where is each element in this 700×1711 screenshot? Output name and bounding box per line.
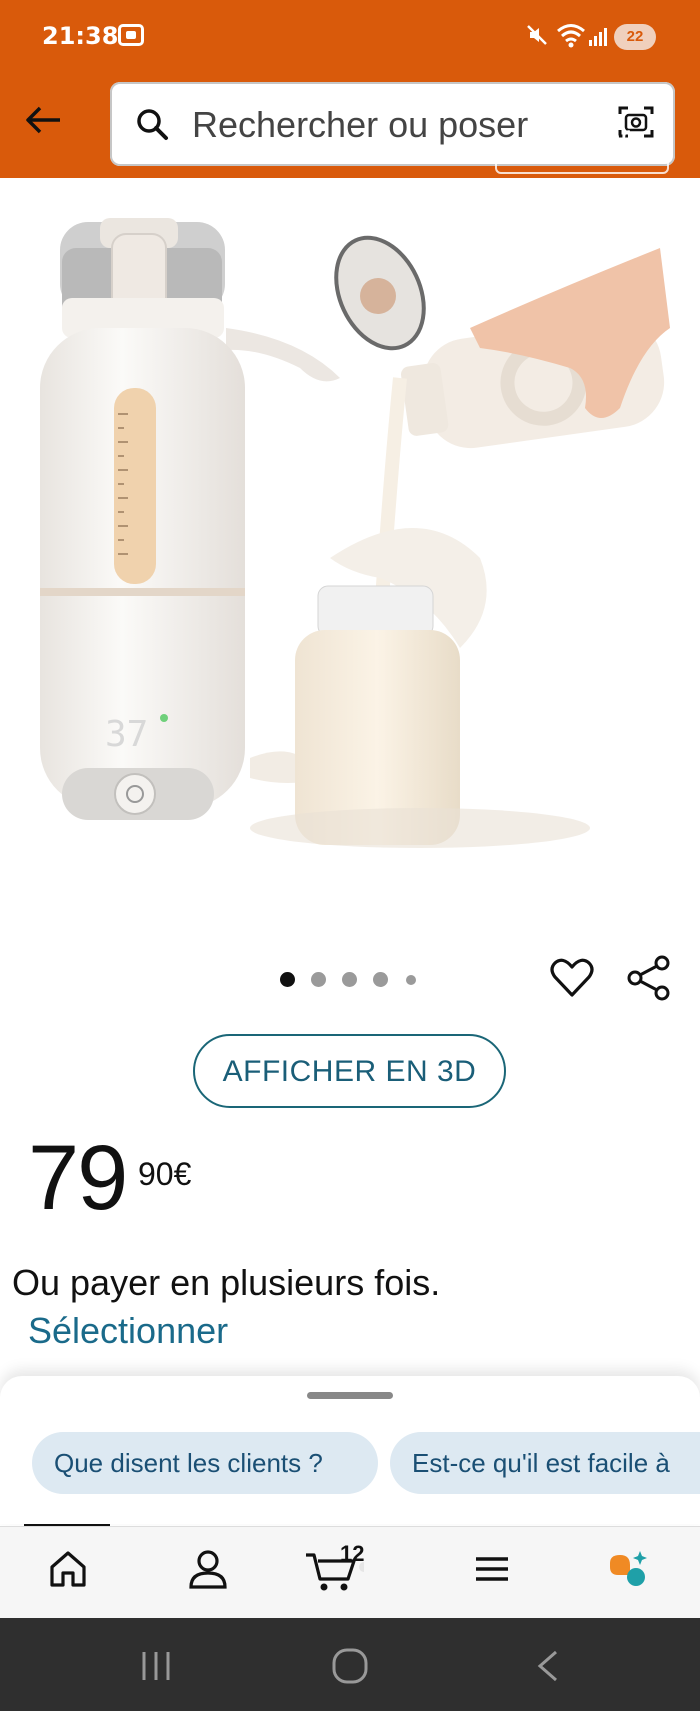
question-chip[interactable]: Que disent les clients ? <box>32 1432 378 1494</box>
home-icon[interactable] <box>46 1545 90 1593</box>
bottom-nav: 12 <box>0 1526 700 1618</box>
wifi-icon <box>557 24 585 48</box>
battery-indicator: 22 <box>614 24 656 50</box>
question-chip[interactable]: Est-ce qu'il est facile à <box>390 1432 700 1494</box>
back-system-icon[interactable] <box>532 1648 564 1684</box>
home-system-icon[interactable] <box>330 1646 370 1686</box>
screen-cast-icon <box>118 24 144 46</box>
price-integer: 79 <box>28 1127 128 1229</box>
system-nav-bar <box>0 1618 700 1711</box>
view-in-3d-button[interactable]: AFFICHER EN 3D <box>193 1034 506 1108</box>
carousel-dot[interactable] <box>406 975 416 985</box>
rufus-question-sheet: Que disent les clients ? Est-ce qu'il es… <box>0 1376 700 1524</box>
product-page: 21:38 22 Rechercher ou poser Fermer 37 A… <box>0 0 700 1711</box>
mute-icon <box>527 25 547 45</box>
rufus-icon[interactable] <box>606 1545 650 1593</box>
top-bar: 21:38 22 Rechercher ou poser Fermer <box>0 0 700 178</box>
back-arrow-icon[interactable] <box>22 98 66 142</box>
search-input[interactable]: Rechercher ou poser <box>192 104 528 146</box>
close-overlay-button[interactable]: Fermer <box>495 90 669 174</box>
signal-icon <box>589 28 607 46</box>
status-time: 21:38 <box>42 22 119 50</box>
carousel-dot[interactable] <box>373 972 388 987</box>
share-icon[interactable] <box>626 955 672 1001</box>
account-icon[interactable] <box>186 1545 230 1593</box>
sheet-drag-handle[interactable] <box>307 1392 393 1399</box>
carousel-dot[interactable] <box>342 972 357 987</box>
menu-icon[interactable] <box>470 1545 514 1593</box>
carousel-dot[interactable] <box>311 972 326 987</box>
recent-apps-icon[interactable] <box>138 1648 174 1684</box>
installment-text: Ou payer en plusieurs fois. <box>12 1262 441 1303</box>
status-bar: 21:38 22 <box>0 0 700 76</box>
wishlist-heart-icon[interactable] <box>549 955 595 999</box>
price-cents: 90€ <box>138 1156 192 1192</box>
carousel-dot-active[interactable] <box>280 972 295 987</box>
bottle-warmer-illustration: 37 <box>40 218 670 848</box>
product-image[interactable]: 37 <box>0 178 700 918</box>
cart-count-badge: 12 <box>340 1541 365 1566</box>
svg-text:37: 37 <box>105 714 148 755</box>
search-icon <box>137 109 168 140</box>
select-installment-link[interactable]: Sélectionner <box>28 1310 228 1352</box>
